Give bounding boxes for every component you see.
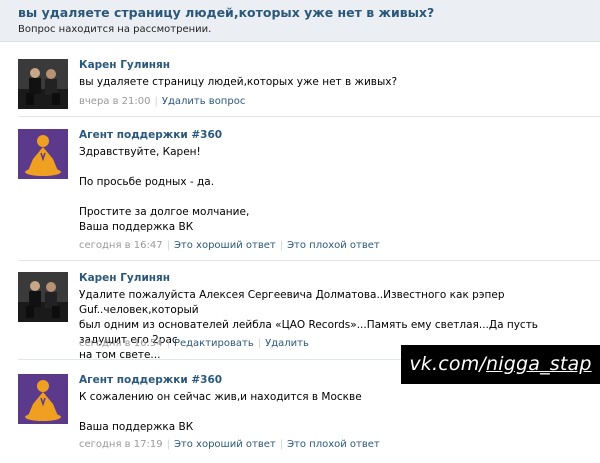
message-meta: сегодня в 17:19 | Это хороший ответ | Это пл… [79, 439, 380, 450]
bad-answer-link[interactable]: Это плохой ответ [287, 240, 380, 251]
meta-separator: | [279, 439, 284, 450]
message-author[interactable]: Агент поддержки #360 [79, 129, 222, 141]
watermark-site: vk.com/ [409, 353, 487, 375]
message-line [79, 160, 579, 175]
meta-separator: | [166, 338, 170, 349]
message-line: Удалите пожалуйста Алексея Сергеевича До… [79, 289, 505, 316]
message-author[interactable]: Агент поддержки #360 [79, 374, 222, 386]
question-title: вы удаляете страницу людей,которых уже н… [18, 5, 435, 20]
good-answer-link[interactable]: Это хороший ответ [174, 439, 276, 450]
message-line [79, 190, 579, 205]
message-meta: сегодня в 16:54 | Редактировать | Удалить [79, 338, 309, 349]
avatar-agent[interactable] [18, 129, 68, 179]
meta-separator: | [279, 240, 284, 251]
message-time: сегодня в 17:19 [79, 439, 163, 450]
agent-meditation-icon [18, 129, 68, 179]
message-divider [18, 116, 600, 117]
delete-question-link[interactable]: Удалить вопрос [162, 96, 245, 107]
agent-meditation-icon [18, 374, 68, 424]
message-text: К сожалению он сейчас жив,и находится в … [79, 390, 579, 435]
message-meta: сегодня в 16:47 | Это хороший ответ | Это пл… [79, 240, 380, 251]
message-author[interactable]: Карен Гулинян [79, 272, 170, 284]
message-line: Простите за долгое молчание, [79, 206, 250, 218]
message-meta: вчера в 21:00 | Удалить вопрос [79, 96, 245, 107]
message-text: вы удаляете страницу людей,которых уже н… [79, 75, 579, 90]
delete-link[interactable]: Удалить [265, 338, 309, 349]
message-line: Ваша поддержка ВК [79, 421, 194, 433]
good-answer-link[interactable]: Это хороший ответ [174, 240, 276, 251]
avatar-agent[interactable] [18, 374, 68, 424]
message-line [79, 405, 579, 420]
message-line: К сожалению он сейчас жив,и находится в … [79, 391, 362, 403]
avatar-karen[interactable] [18, 59, 68, 109]
message-line: Ваша поддержка ВК [79, 221, 194, 233]
user-photo-icon [18, 59, 68, 109]
meta-separator: | [166, 240, 170, 251]
watermark: vk.com/nigga_stap [401, 345, 600, 384]
question-header: вы удаляете страницу людей,которых уже н… [0, 0, 600, 42]
message-line: По просьбе родных - да. [79, 176, 215, 188]
message-divider [18, 260, 600, 261]
question-status: Вопрос находится на рассмотрении. [18, 24, 212, 35]
message-time: сегодня в 16:47 [79, 240, 163, 251]
message-line: вы удаляете страницу людей,которых уже н… [79, 76, 398, 88]
meta-separator: | [154, 96, 158, 107]
message-text: Здравствуйте, Карен! По просьбе родных -… [79, 145, 579, 235]
meta-separator: | [257, 338, 262, 349]
watermark-handle: nigga_stap [486, 353, 592, 375]
user-photo-icon [18, 272, 68, 322]
bad-answer-link[interactable]: Это плохой ответ [287, 439, 380, 450]
edit-link[interactable]: Редактировать [174, 338, 254, 349]
message-author[interactable]: Карен Гулинян [79, 59, 170, 71]
message-time: вчера в 21:00 [79, 96, 151, 107]
message-time: сегодня в 16:54 [79, 338, 163, 349]
meta-separator: | [166, 439, 170, 450]
avatar-karen[interactable] [18, 272, 68, 322]
message-line: Здравствуйте, Карен! [79, 146, 201, 158]
